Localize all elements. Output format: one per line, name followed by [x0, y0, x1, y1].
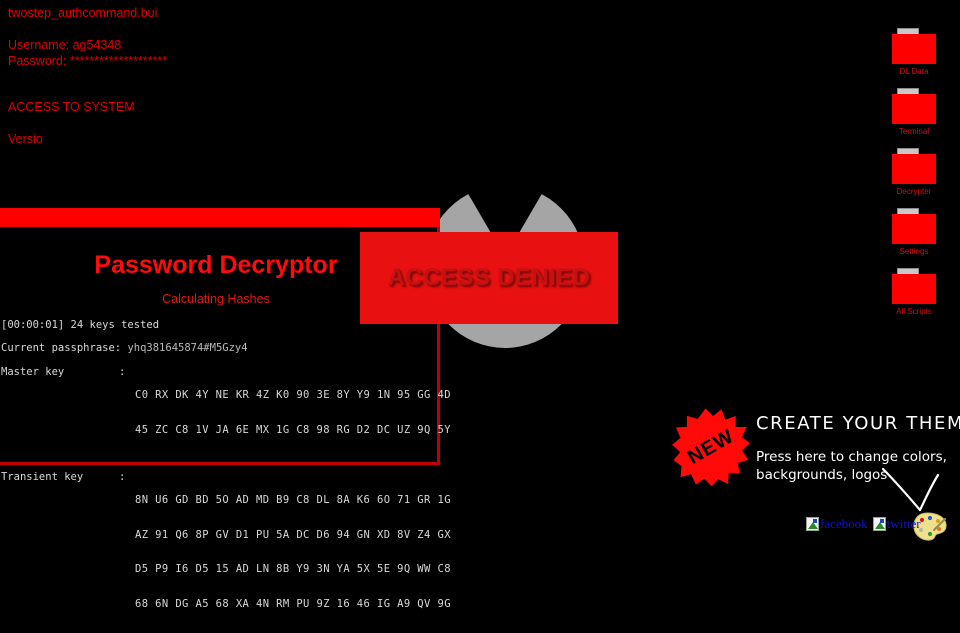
twitter-alt-text: twitter	[886, 516, 921, 531]
passphrase-label: Current passphrase:	[1, 341, 128, 354]
new-starburst-badge: NEW	[667, 403, 755, 491]
folder-icon	[892, 28, 936, 64]
console-username: Username: ag54348	[8, 38, 122, 52]
facebook-link[interactable]: facebook	[806, 516, 868, 532]
master-key-label: Master key	[1, 366, 65, 378]
new-badge-label: NEW	[683, 424, 738, 469]
sidebar-item-dl-data[interactable]: DL Data	[868, 28, 960, 77]
folder-label: Settings	[899, 247, 929, 256]
access-denied-banner: ACCESS DENIED	[360, 232, 618, 324]
transient-key-section: Transient key : 8N U6 GD BD 5O AD MD B9 …	[1, 471, 451, 633]
facebook-alt-text: facebook	[820, 516, 868, 531]
sidebar-item-decrypter[interactable]: Decrypter	[868, 148, 960, 197]
theme-heading: CREATE YOUR THEME!	[756, 413, 960, 434]
access-denied-label: ACCESS DENIED	[387, 264, 591, 291]
twitter-link[interactable]: twitter	[872, 516, 921, 532]
master-key-section: Master key : C0 RX DK 4Y NE KR 4Z K0 90 …	[1, 366, 451, 459]
folder-icon	[892, 148, 936, 184]
console-version: Versio	[8, 132, 43, 146]
transient-key-row: D5 P9 I6 D5 15 AD LN 8B Y9 3N YA 5X 5E 9…	[135, 563, 451, 575]
sidebar-item-all-scripts[interactable]: All Scripts	[868, 268, 960, 317]
social-links: facebook twitter	[806, 516, 921, 532]
folder-icon	[892, 268, 936, 304]
master-key-colon: :	[119, 366, 126, 378]
curved-arrow-icon	[881, 467, 940, 512]
folder-icon	[892, 208, 936, 244]
master-key-row: 45 ZC C8 1V JA 6E MX 1G C8 98 RG D2 DC U…	[135, 423, 451, 436]
folder-rail: DL Data Terminal Decrypter Settings All …	[868, 28, 960, 328]
transient-key-colon: :	[119, 471, 126, 483]
sidebar-item-settings[interactable]: Settings	[868, 208, 960, 257]
current-passphrase-line: Current passphrase: yhq381645874#M5Gzy4	[1, 341, 437, 355]
folder-label: DL Data	[899, 67, 929, 76]
broken-image-icon	[806, 517, 819, 531]
sidebar-item-terminal[interactable]: Terminal	[868, 88, 960, 137]
folder-label: All Scripts	[896, 307, 932, 316]
decryptor-titlebar[interactable]	[0, 208, 440, 227]
transient-key-label: Transient key	[1, 471, 84, 483]
transient-key-rows: 8N U6 GD BD 5O AD MD B9 C8 DL 8A K6 6O 7…	[135, 472, 451, 633]
console-password: Password: ********************	[8, 54, 168, 68]
folder-label: Terminal	[898, 127, 930, 136]
console-filename: twostep_authcommand.bui	[8, 6, 158, 20]
console-header: twostep_authcommand.bui Username: ag5434…	[8, 5, 408, 147]
master-key-rows: C0 RX DK 4Y NE KR 4Z K0 90 3E 8Y Y9 1N 9…	[135, 367, 451, 459]
transient-key-row: AZ 91 Q6 8P GV D1 PU 5A DC D6 94 GN XD 8…	[135, 528, 451, 541]
theme-promo-block[interactable]: NEW CREATE YOUR THEME! Press here to cha…	[672, 404, 960, 541]
folder-icon	[892, 88, 936, 124]
folder-label: Decrypter	[896, 187, 932, 196]
transient-key-row: 68 6N DG A5 68 XA 4N RM PU 9Z 16 46 IG A…	[135, 597, 451, 610]
passphrase-value: yhq381645874#M5Gzy4	[127, 341, 248, 354]
transient-key-row: 8N U6 GD BD 5O AD MD B9 C8 DL 8A K6 6O 7…	[135, 494, 451, 506]
master-key-row: C0 RX DK 4Y NE KR 4Z K0 90 3E 8Y Y9 1N 9…	[135, 389, 451, 401]
broken-image-icon	[872, 517, 886, 531]
console-access-to-system: ACCESS TO SYSTEM	[8, 100, 135, 114]
